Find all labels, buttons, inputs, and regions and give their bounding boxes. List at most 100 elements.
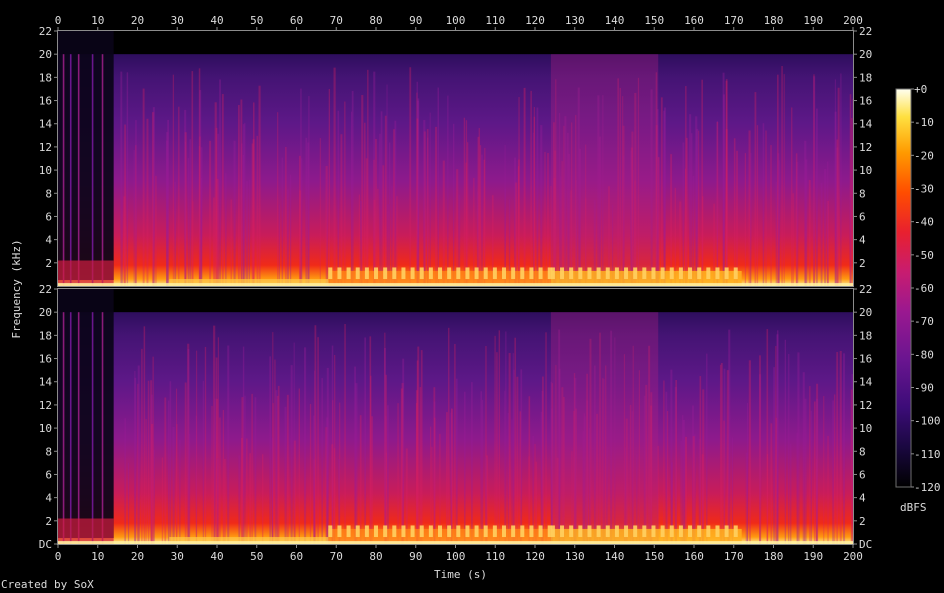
y-tick-label: 16 bbox=[39, 95, 52, 108]
x-tick-label: 80 bbox=[369, 550, 382, 563]
x-tick-label: 60 bbox=[290, 550, 303, 563]
y-tick-label-right: 22 bbox=[859, 283, 872, 296]
y-tick-label: 12 bbox=[39, 141, 52, 154]
y-tick-label-right: 10 bbox=[859, 164, 872, 177]
x-tick-label: 150 bbox=[644, 550, 664, 563]
y-tick-label: 10 bbox=[39, 422, 52, 435]
x-tick-label-top: 110 bbox=[485, 14, 505, 27]
y-tick-label-right: 16 bbox=[859, 353, 872, 366]
y-tick-label-right: 12 bbox=[859, 399, 872, 412]
x-tick-label: 70 bbox=[330, 550, 343, 563]
x-tick-label-top: 80 bbox=[369, 14, 382, 27]
y-tick-label-right: 10 bbox=[859, 422, 872, 435]
x-tick-label: 180 bbox=[764, 550, 784, 563]
colorbar bbox=[895, 88, 912, 488]
y-tick-label: 6 bbox=[45, 468, 52, 481]
y-tick-label-right: 12 bbox=[859, 141, 872, 154]
y-tick-label: 16 bbox=[39, 353, 52, 366]
y-tick-label: 18 bbox=[39, 329, 52, 342]
channel-1-spectrogram bbox=[58, 31, 854, 287]
y-tick-label-right: 18 bbox=[859, 71, 872, 84]
colorbar-tick-label: -20 bbox=[914, 149, 934, 162]
y-tick-label: 14 bbox=[39, 376, 53, 389]
colorbar-tick-label: -110 bbox=[914, 448, 941, 461]
x-tick-label: 140 bbox=[605, 550, 625, 563]
x-tick-label-top: 180 bbox=[764, 14, 784, 27]
y-tick-label-right: 6 bbox=[859, 468, 866, 481]
y-tick-label: 8 bbox=[45, 187, 52, 200]
x-tick-label-top: 90 bbox=[409, 14, 422, 27]
y-tick-label: 18 bbox=[39, 71, 52, 84]
x-tick-label: 10 bbox=[91, 550, 104, 563]
colorbar-tick-label: -100 bbox=[914, 415, 941, 428]
y-tick-label-right: 2 bbox=[859, 257, 866, 270]
x-tick-label: 200 bbox=[843, 550, 863, 563]
y-tick-label: 2 bbox=[45, 515, 52, 528]
x-tick-label: 50 bbox=[250, 550, 263, 563]
y-tick-label: 2 bbox=[45, 257, 52, 270]
x-tick-label: 40 bbox=[210, 550, 223, 563]
y-tick-label-right: 6 bbox=[859, 210, 866, 223]
x-tick-label-top: 140 bbox=[605, 14, 625, 27]
x-tick-label: 170 bbox=[724, 550, 744, 563]
x-tick-label: 130 bbox=[565, 550, 585, 563]
y-axis-label: Frequency (kHz) bbox=[10, 239, 23, 338]
x-tick-label-top: 200 bbox=[843, 14, 863, 27]
y-tick-label-right: 8 bbox=[859, 187, 866, 200]
x-tick-label-top: 150 bbox=[644, 14, 664, 27]
y-tick-label-right: 14 bbox=[859, 376, 873, 389]
colorbar-tick-label: -10 bbox=[914, 116, 934, 129]
x-tick-label: 110 bbox=[485, 550, 505, 563]
footer-credit: Created by SoX bbox=[1, 578, 94, 591]
x-tick-label-top: 10 bbox=[91, 14, 104, 27]
y-tick-label: 20 bbox=[39, 306, 52, 319]
y-tick-label: 20 bbox=[39, 48, 52, 61]
x-tick-label: 20 bbox=[131, 550, 144, 563]
y-tick-label: DC bbox=[39, 538, 52, 551]
y-tick-label-right: 4 bbox=[859, 234, 866, 247]
x-tick-label-top: 170 bbox=[724, 14, 744, 27]
x-tick-label-top: 20 bbox=[131, 14, 144, 27]
y-tick-label: 22 bbox=[39, 25, 52, 38]
channel-2-spectrogram bbox=[58, 289, 854, 544]
y-tick-label-right: 20 bbox=[859, 48, 872, 61]
colorbar-tick-label: -90 bbox=[914, 382, 934, 395]
x-tick-label: 90 bbox=[409, 550, 422, 563]
y-tick-label: 12 bbox=[39, 399, 52, 412]
x-tick-label: 160 bbox=[684, 550, 704, 563]
x-tick-label-top: 100 bbox=[446, 14, 466, 27]
x-axis-label: Time (s) bbox=[434, 568, 487, 581]
y-tick-label: 4 bbox=[45, 492, 52, 505]
x-tick-label-top: 130 bbox=[565, 14, 585, 27]
y-tick-label-right: 18 bbox=[859, 329, 872, 342]
x-tick-label: 190 bbox=[803, 550, 823, 563]
colorbar-tick-label: -60 bbox=[914, 282, 934, 295]
y-tick-label-right: 4 bbox=[859, 492, 866, 505]
x-tick-label-top: 60 bbox=[290, 14, 303, 27]
x-tick-label: 30 bbox=[171, 550, 184, 563]
colorbar-tick-label: -50 bbox=[914, 249, 934, 262]
y-tick-label-right: 16 bbox=[859, 95, 872, 108]
y-tick-label-right: 14 bbox=[859, 118, 873, 131]
x-tick-label-top: 70 bbox=[330, 14, 343, 27]
colorbar-tick-label: -80 bbox=[914, 348, 934, 361]
colorbar-label: dBFS bbox=[900, 501, 927, 514]
colorbar-tick-label: -70 bbox=[914, 315, 934, 328]
colorbar-tick-label: -120 bbox=[914, 481, 941, 494]
x-tick-label-top: 40 bbox=[210, 14, 223, 27]
y-tick-label: 22 bbox=[39, 283, 52, 296]
x-tick-label-top: 30 bbox=[171, 14, 184, 27]
y-tick-label: 6 bbox=[45, 210, 52, 223]
y-tick-label: 10 bbox=[39, 164, 52, 177]
x-tick-label: 100 bbox=[446, 550, 466, 563]
x-tick-label: 0 bbox=[55, 550, 62, 563]
spectrogram: 2 24 46 68 810 1012 1214 1416 1618 1820 2022 22DC DC… bbox=[10, 14, 941, 581]
y-tick-label-right: 8 bbox=[859, 445, 866, 458]
colorbar-tick-label: -30 bbox=[914, 183, 934, 196]
x-tick-label: 120 bbox=[525, 550, 545, 563]
y-tick-label: 8 bbox=[45, 445, 52, 458]
y-tick-label: 14 bbox=[39, 118, 53, 131]
x-tick-label-top: 160 bbox=[684, 14, 704, 27]
y-tick-label-right: 20 bbox=[859, 306, 872, 319]
colorbar-tick-label: -40 bbox=[914, 216, 934, 229]
